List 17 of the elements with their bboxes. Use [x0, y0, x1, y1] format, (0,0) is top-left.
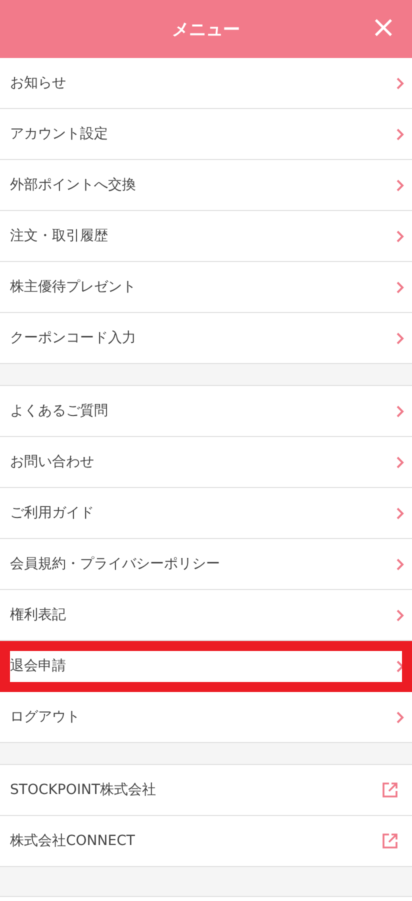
chevron-right-icon — [396, 178, 404, 192]
chevron-right-icon — [396, 404, 404, 418]
chevron-right-icon — [396, 230, 404, 242]
chevron-right-icon — [396, 710, 404, 724]
chevron-right-icon — [396, 332, 404, 344]
chevron-right-icon — [396, 76, 404, 90]
external-link-icon — [382, 782, 398, 798]
chevron-right-icon — [396, 456, 404, 468]
chevron-right-icon — [396, 558, 404, 570]
chevron-right-icon — [396, 660, 404, 672]
menu-title: メニュー — [172, 18, 240, 40]
chevron-right-icon — [396, 128, 404, 140]
chevron-right-icon — [396, 506, 404, 520]
highlighted-menu-item[interactable]: 退会申請 — [0, 641, 412, 692]
chevron-right-icon — [396, 280, 404, 294]
chevron-right-icon — [396, 608, 404, 622]
external-link-icon — [382, 833, 398, 849]
